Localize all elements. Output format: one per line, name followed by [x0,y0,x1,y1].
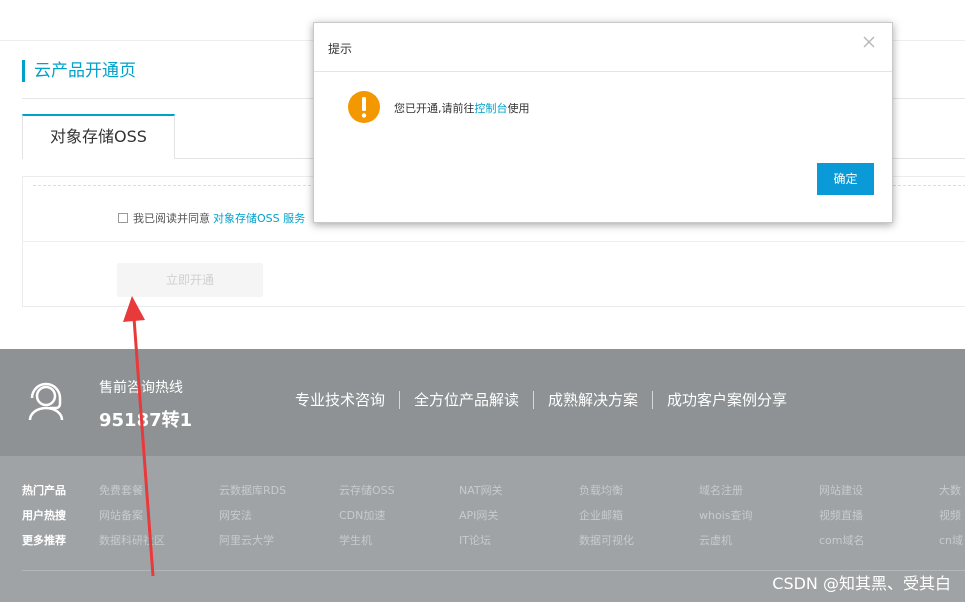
footer-link[interactable]: 云数据库RDS [219,482,286,498]
service-separator [399,390,401,409]
footer-link[interactable]: 阿里云大学 [219,532,274,548]
agreement-checkbox[interactable] [118,213,128,223]
headset-icon [28,382,64,421]
message-text-end: 使用 [507,102,530,115]
open-now-button[interactable]: 立即开通 [117,263,263,297]
notice-dialog: 提示 您已开通,请前往控制台使用 确定 [313,22,893,223]
row-label: 热门产品 [22,484,66,497]
footer-link[interactable]: 免费套餐 [99,482,143,498]
service-link[interactable]: 全方位产品解读 [414,389,519,410]
page-title: 云产品开通页 [22,60,136,82]
confirm-button[interactable]: 确定 [817,163,874,195]
service-separator [652,390,654,409]
footer-link[interactable]: 网站建设 [819,482,863,498]
footer-link[interactable]: NAT网关 [459,482,503,498]
footer-link[interactable]: 大数 [939,482,961,498]
footer-link[interactable]: cn域 [939,532,963,548]
footer-link[interactable]: 视频直播 [819,507,863,523]
footer-link[interactable]: 网站备案 [99,507,143,523]
footer-link[interactable]: 网安法 [219,507,252,523]
footer-link[interactable]: 学生机 [339,532,372,548]
dialog-title: 提示 [328,42,353,56]
footer-hotline-bar: 售前咨询热线 95187转1 专业技术咨询 全方位产品解读 成熟解决方案 成功客… [0,349,965,456]
panel-divider [23,241,965,242]
agreement-text: 我已阅读并同意 [133,212,210,225]
row-label: 用户热搜 [22,509,66,522]
footer-link[interactable]: IT论坛 [459,532,491,548]
footer-link[interactable]: 企业邮箱 [579,507,623,523]
service-link[interactable]: 专业技术咨询 [295,389,385,410]
footer: 售前咨询热线 95187转1 专业技术咨询 全方位产品解读 成熟解决方案 成功客… [0,349,965,602]
footer-link[interactable]: 云虚机 [699,532,732,548]
row-label: 更多推荐 [22,534,66,547]
service-link[interactable]: 成熟解决方案 [548,389,638,410]
message-text: 您已开通,请前往 [394,102,475,115]
hotline-number: 95187转1 [99,410,193,431]
watermark: CSDN @知其黑、受其白 [772,574,951,593]
close-icon[interactable] [862,35,876,49]
footer-link[interactable]: com域名 [819,532,865,548]
tab-oss[interactable]: 对象存储OSS [22,114,175,159]
dialog-message: 您已开通,请前往控制台使用 [394,100,530,116]
service-links: 专业技术咨询 全方位产品解读 成熟解决方案 成功客户案例分享 [295,389,787,410]
footer-link[interactable]: 负载均衡 [579,482,623,498]
agreement-link[interactable]: 对象存储OSS 服务 [213,210,305,226]
footer-link[interactable]: 数据可视化 [579,532,634,548]
agreement-row: 我已阅读并同意 对象存储OSS 服务 [118,210,305,226]
footer-link[interactable]: whois查询 [699,507,753,523]
hotline-label: 售前咨询热线 [99,380,183,396]
dialog-divider [314,71,892,72]
footer-link[interactable]: 数据科研社区 [99,532,165,548]
console-link[interactable]: 控制台 [475,102,508,115]
footer-link[interactable]: API网关 [459,507,498,523]
footer-link[interactable]: 域名注册 [699,482,743,498]
service-link[interactable]: 成功客户案例分享 [667,389,787,410]
service-separator [533,390,535,409]
footer-link[interactable]: 视频 [939,507,961,523]
footer-link[interactable]: 云存储OSS [339,482,395,498]
warning-icon [348,91,380,123]
footer-link[interactable]: CDN加速 [339,507,385,523]
